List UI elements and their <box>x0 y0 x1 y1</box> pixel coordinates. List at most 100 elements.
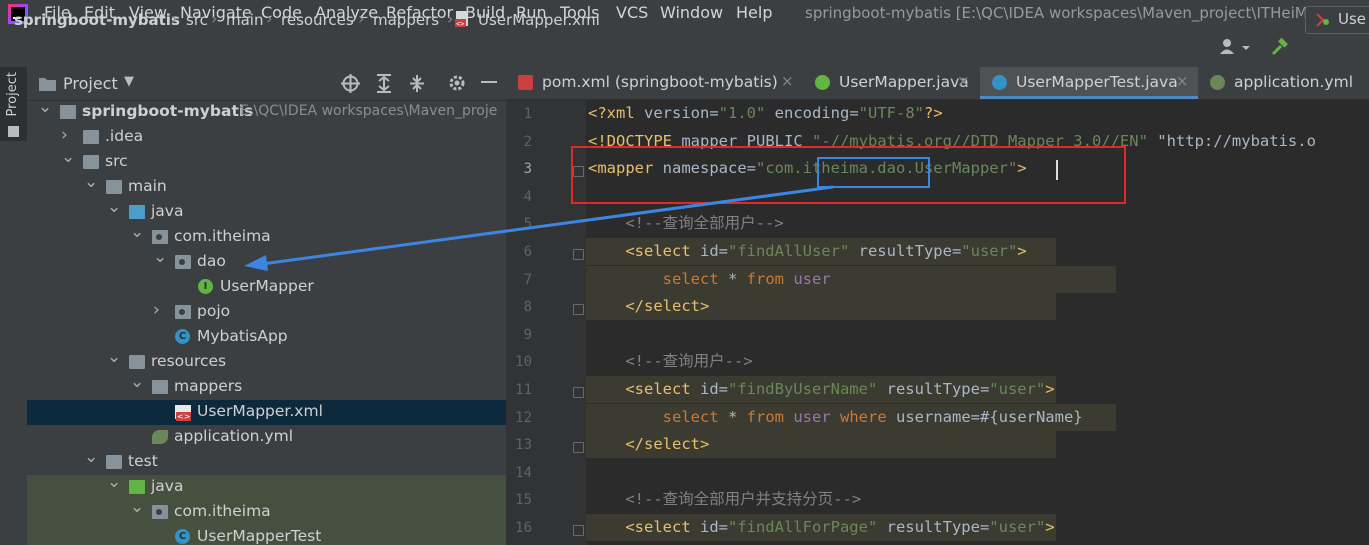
chevron-down-icon[interactable]: ⌄ <box>130 222 144 242</box>
folder-icon <box>152 380 168 394</box>
code-line[interactable]: <select id="findByUserName" resultType="… <box>588 376 1054 403</box>
code-line[interactable]: <select id="findAllUser" resultType="use… <box>588 238 1026 265</box>
tree-node[interactable]: ⌄ java <box>27 472 506 500</box>
navigation-bar <box>0 27 1369 68</box>
folder-icon <box>83 155 99 169</box>
menu-help[interactable]: Help <box>736 3 772 22</box>
breadcrumb-item[interactable]: springboot-mybatis <box>14 11 180 29</box>
fold-marker-icon[interactable] <box>573 249 584 260</box>
editor-tab[interactable]: application.yml <box>1198 67 1369 99</box>
editor-tab[interactable]: UserMapperTest.java × <box>980 67 1198 99</box>
locate-file-icon[interactable] <box>341 74 360 93</box>
chevron-down-icon[interactable]: ⌄ <box>130 497 144 517</box>
folder-icon <box>39 78 56 91</box>
tree-node-label: main <box>128 177 167 195</box>
fold-marker-icon[interactable] <box>573 304 584 316</box>
tree-node[interactable]: ⌄ java <box>27 197 506 225</box>
tree-node[interactable]: ⌄ springboot-mybatis E:\QC\IDEA workspaces… <box>27 100 506 125</box>
breadcrumb-item[interactable]: mappers <box>373 11 439 29</box>
code-line[interactable]: </select> <box>588 431 709 458</box>
breadcrumb-item[interactable]: UserMapper.xml <box>478 11 600 29</box>
chevron-down-icon[interactable]: ⌄ <box>107 347 121 367</box>
tree-node-label: UserMapper <box>220 277 314 295</box>
tree-node-label: UserMapperTest <box>197 527 322 545</box>
hide-panel-icon[interactable] <box>481 81 497 83</box>
chevron-right-icon[interactable]: › <box>61 125 68 145</box>
tree-node[interactable]: ⌄ mappers <box>27 372 506 400</box>
close-icon[interactable]: × <box>1176 72 1189 90</box>
test-source-folder-icon <box>129 480 145 494</box>
tree-node[interactable]: C UserMapperTest <box>27 525 506 545</box>
highlight-box-blue <box>817 157 930 188</box>
code-line[interactable]: <?xml version="1.0" encoding="UTF-8"?> <box>588 100 943 127</box>
breadcrumb-separator-icon: › <box>358 9 365 28</box>
breadcrumb-separator-icon: › <box>266 9 273 28</box>
editor-tab[interactable]: pom.xml (springboot-mybatis) × <box>506 67 803 99</box>
svg-text:<>: <> <box>456 20 464 27</box>
expand-all-icon[interactable] <box>375 74 393 93</box>
fold-marker-icon[interactable] <box>573 525 584 536</box>
tree-node[interactable]: UserMapper.xml <box>27 400 506 425</box>
chevron-down-icon[interactable]: ⌄ <box>38 100 52 117</box>
tree-node-label: springboot-mybatis <box>82 102 254 120</box>
module-folder-icon <box>60 105 76 119</box>
project-view-title[interactable]: Project <box>63 74 118 93</box>
chevron-down-icon[interactable]: ⌄ <box>130 372 144 392</box>
project-panel-header: Project ▼ <box>27 67 506 101</box>
interface-icon <box>815 75 830 90</box>
package-icon <box>175 255 191 269</box>
tree-node[interactable]: › .idea <box>27 125 506 150</box>
code-line[interactable]: <!--查询全部用户并支持分页--> <box>588 486 861 513</box>
tree-node[interactable]: ⌄ resources <box>27 347 506 375</box>
code-line[interactable]: <select id="findAllForPage" resultType="… <box>588 514 1054 541</box>
tree-node[interactable]: ⌄ com.itheima <box>27 222 506 250</box>
tree-node-path: E:\QC\IDEA workspaces\Maven_proje <box>240 103 498 119</box>
test-class-icon <box>992 75 1007 90</box>
code-line[interactable]: select * from user where username=#{user… <box>588 404 1083 431</box>
code-line[interactable]: select * from user <box>588 266 831 293</box>
chevron-down-icon[interactable]: ⌄ <box>61 147 75 167</box>
tree-node[interactable]: ⌄ main <box>27 172 506 200</box>
tree-node[interactable]: application.yml <box>27 425 506 450</box>
tree-node[interactable]: I UserMapper <box>27 275 506 300</box>
fold-marker-icon[interactable] <box>573 442 584 454</box>
breadcrumb-separator-icon: › <box>171 9 178 28</box>
build-hammer-icon[interactable] <box>1270 37 1290 57</box>
code-line[interactable]: <!--查询全部用户--> <box>588 210 783 237</box>
line-number: 13 <box>515 437 532 454</box>
breadcrumb-item[interactable]: main <box>226 11 263 29</box>
breadcrumb-item[interactable]: resources <box>281 11 354 29</box>
line-number: 7 <box>523 271 532 288</box>
close-icon[interactable]: × <box>957 72 970 90</box>
collapse-all-icon[interactable] <box>408 74 426 93</box>
tree-node[interactable]: ⌄ dao <box>27 247 506 275</box>
chevron-down-icon[interactable]: ⌄ <box>153 247 167 267</box>
chevron-down-icon[interactable]: ⌄ <box>107 197 121 217</box>
editor-tab[interactable]: UserMapper.java × <box>803 67 979 99</box>
source-folder-icon <box>129 205 145 219</box>
tree-node[interactable]: ⌄ com.itheima <box>27 497 506 525</box>
tree-node[interactable]: ⌄ test <box>27 447 506 475</box>
chevron-right-icon[interactable]: › <box>153 300 160 320</box>
close-icon[interactable]: × <box>781 72 794 90</box>
menu-window[interactable]: Window <box>660 3 723 22</box>
tree-node[interactable]: ⌄ src <box>27 147 506 175</box>
folder-icon <box>106 180 122 194</box>
breadcrumb-item[interactable]: src <box>186 11 208 29</box>
chevron-down-icon[interactable]: ▼ <box>124 74 134 89</box>
tree-node-label: application.yml <box>174 427 294 445</box>
chevron-down-icon[interactable]: ⌄ <box>107 472 121 492</box>
code-line[interactable]: </select> <box>588 293 709 320</box>
tree-node[interactable]: C MybatisApp <box>27 325 506 350</box>
fold-marker-icon[interactable] <box>573 387 584 398</box>
chevron-down-icon[interactable]: ⌄ <box>84 172 98 192</box>
xml-file-icon: <> <box>455 11 468 27</box>
user-account-icon[interactable] <box>1218 38 1252 56</box>
code-line[interactable]: <!--查询用户--> <box>588 348 752 375</box>
tree-node[interactable]: › pojo <box>27 300 506 325</box>
chevron-down-icon[interactable]: ⌄ <box>84 447 98 467</box>
line-number: 10 <box>515 354 532 371</box>
run-configuration-selector[interactable]: Use <box>1305 6 1369 34</box>
gear-icon[interactable] <box>448 74 466 92</box>
menu-vcs[interactable]: VCS <box>616 3 648 22</box>
